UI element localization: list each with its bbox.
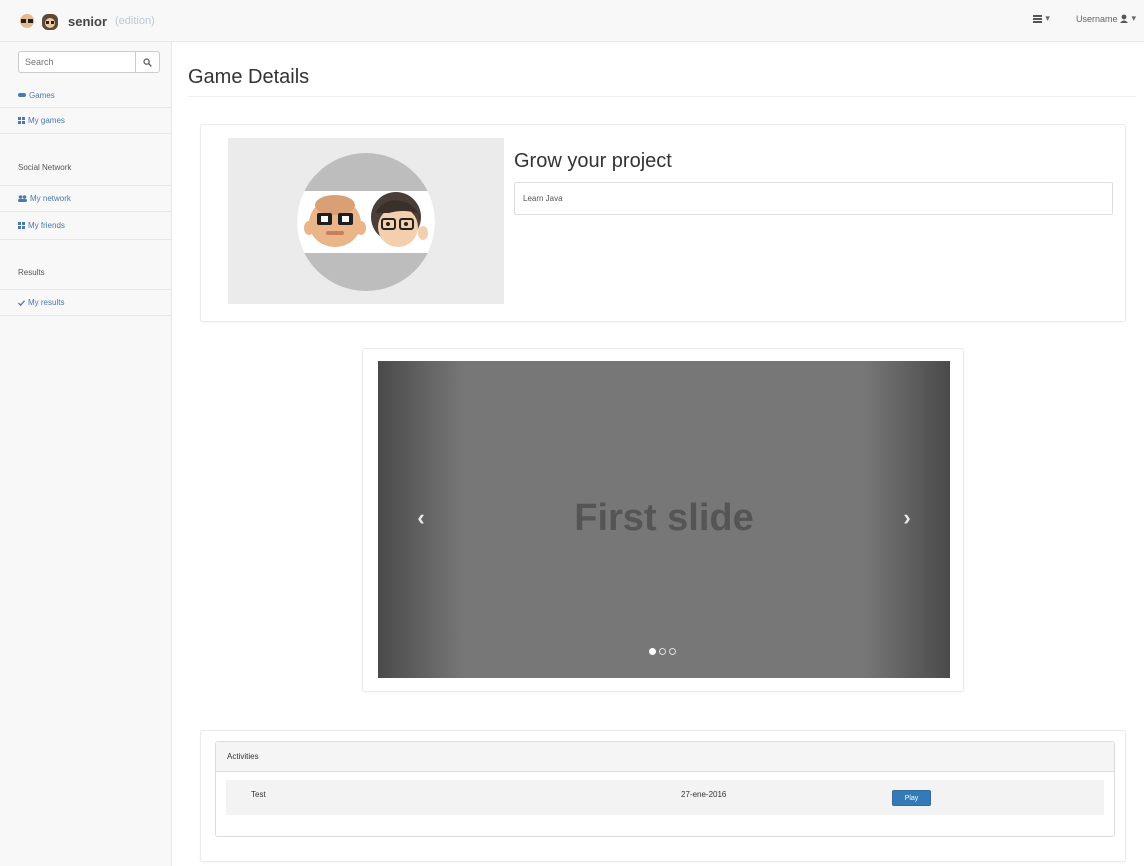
- table-row: [226, 780, 1104, 815]
- chevron-left-icon: ‹: [417, 505, 425, 530]
- sidebar-item-my-games[interactable]: My games: [0, 108, 171, 134]
- grid-icon: [1033, 14, 1043, 23]
- logo-icon: [20, 14, 58, 30]
- chevron-down-icon: ▾: [1131, 13, 1136, 23]
- project-title: Grow your project: [514, 150, 672, 172]
- users-icon: [18, 195, 27, 202]
- sidebar-item-my-friends[interactable]: My friends: [0, 212, 171, 240]
- slide-caption: First slide: [574, 497, 754, 539]
- activity-date: 27-ene-2016: [681, 790, 727, 799]
- search-button[interactable]: [135, 51, 160, 73]
- sidebar-item-my-results[interactable]: My results: [0, 290, 171, 316]
- user-menu[interactable]: Username ▾: [1076, 13, 1136, 24]
- brand-name: senior: [68, 13, 108, 29]
- sidebar-header-label: Social Network: [18, 163, 72, 172]
- carousel-indicators: [649, 648, 676, 655]
- top-navbar: senior (edition) ▾ Username ▾: [0, 0, 1144, 42]
- sidebar-item-label: My games: [28, 116, 65, 125]
- carousel-prev-button[interactable]: ‹: [406, 503, 436, 533]
- sidebar-header-results: Results: [0, 256, 171, 290]
- carousel-indicator[interactable]: [649, 648, 656, 655]
- chevron-down-icon: ▾: [1045, 13, 1050, 23]
- title-divider: [188, 96, 1136, 97]
- activities-header: Activities: [216, 742, 1114, 772]
- grid-icon: [18, 222, 25, 229]
- page-title: Game Details: [188, 66, 310, 88]
- carousel-indicator[interactable]: [669, 648, 676, 655]
- user-name: Username: [1075, 13, 1118, 24]
- game-avatar: [297, 153, 435, 291]
- chevron-right-icon: ›: [903, 505, 911, 530]
- sidebar-item-my-network[interactable]: My network: [0, 186, 171, 212]
- user-icon: [1120, 14, 1129, 23]
- sidebar-search: [18, 51, 160, 73]
- sidebar-header-label: Results: [18, 268, 45, 277]
- play-button[interactable]: Play: [892, 790, 931, 806]
- apps-menu[interactable]: ▾: [1033, 13, 1050, 24]
- check-icon: [18, 299, 25, 306]
- project-description-field: Learn Java: [514, 182, 1113, 215]
- sidebar-header-social: Social Network: [0, 150, 171, 186]
- carousel-indicator[interactable]: [659, 648, 666, 655]
- sidebar-item-label: My friends: [28, 221, 65, 230]
- sidebar-item-label: My network: [30, 194, 71, 203]
- sidebar-item-games[interactable]: Games: [0, 83, 171, 108]
- sidebar-item-label: My results: [28, 298, 65, 307]
- grid-icon: [18, 117, 25, 124]
- characters-icon: [304, 192, 428, 247]
- image-carousel[interactable]: First slide ‹ ›: [378, 361, 950, 678]
- brand[interactable]: senior (edition): [18, 11, 155, 31]
- navbar-right: ▾ Username ▾: [1033, 13, 1136, 24]
- activity-name: Test: [251, 790, 266, 799]
- sidebar-item-label: Games: [29, 90, 55, 100]
- search-input[interactable]: [18, 51, 135, 73]
- carousel-next-button[interactable]: ›: [892, 503, 922, 533]
- gamepad-icon: [18, 93, 26, 97]
- brand-subtitle: (edition): [115, 15, 155, 27]
- search-icon: [143, 57, 152, 67]
